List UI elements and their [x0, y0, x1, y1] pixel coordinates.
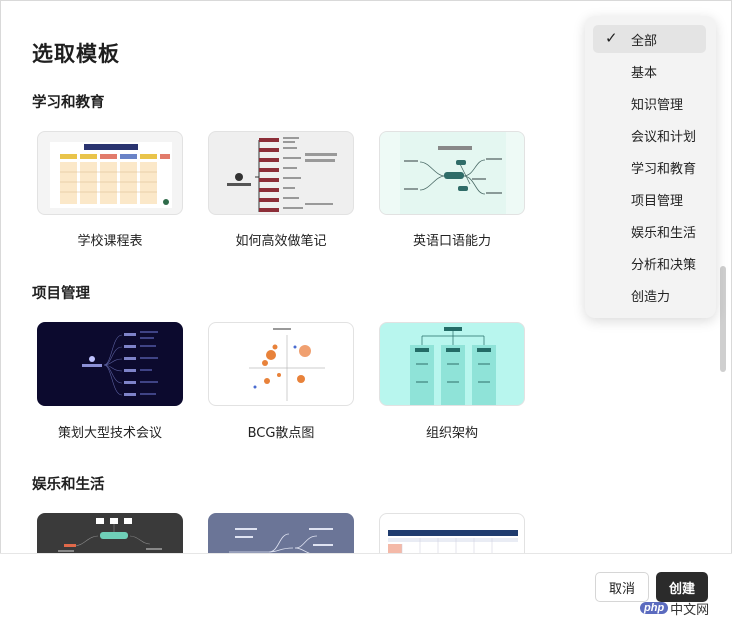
template-card-english-speaking[interactable] — [379, 131, 525, 215]
menu-item-label: 知识管理 — [631, 97, 684, 113]
menu-item-creativity[interactable]: 创造力 — [593, 281, 706, 309]
menu-item-label: 娱乐和生活 — [631, 225, 697, 241]
template-label: 组织架构 — [425, 426, 478, 441]
menu-item-label: 项目管理 — [631, 193, 684, 209]
watermark: php 中文网 — [640, 598, 709, 618]
template-label: 学校课程表 — [77, 234, 143, 249]
menu-item-project[interactable]: 项目管理 — [593, 185, 706, 213]
template-card-school-timetable[interactable] — [37, 131, 183, 215]
section-title-entertainment: 娱乐和生活 — [32, 477, 105, 493]
menu-item-analysis[interactable]: 分析和决策 — [593, 249, 706, 277]
menu-item-label: 分析和决策 — [631, 257, 697, 273]
section-title-project: 项目管理 — [32, 286, 90, 302]
english-speaking-thumbnail — [380, 132, 524, 214]
menu-item-basic[interactable]: 基本 — [593, 57, 706, 85]
template-card-note-taking[interactable] — [208, 131, 354, 215]
watermark-text: 中文网 — [670, 602, 710, 618]
menu-item-label: 会议和计划 — [631, 129, 697, 145]
menu-item-learning[interactable]: 学习和教育 — [593, 153, 706, 181]
template-label: 如何高效做笔记 — [235, 234, 327, 249]
template-label: BCG散点图 — [247, 426, 315, 441]
template-card-bcg-scatter[interactable] — [208, 322, 354, 406]
template-label: 英语口语能力 — [412, 234, 491, 249]
watermark-logo: php — [640, 602, 669, 614]
template-card-org-chart[interactable] — [379, 322, 525, 406]
menu-item-entertainment[interactable]: 娱乐和生活 — [593, 217, 706, 245]
menu-item-meeting[interactable]: 会议和计划 — [593, 121, 706, 149]
tech-conference-thumbnail — [82, 331, 158, 396]
org-chart-thumbnail — [410, 327, 496, 405]
scrollbar-thumb[interactable] — [720, 266, 726, 372]
menu-item-all[interactable]: ✓ 全部 — [593, 25, 706, 53]
dialog-title: 选取模板 — [32, 42, 120, 66]
template-card-tech-conference[interactable] — [37, 322, 183, 406]
bcg-scatter-thumbnail — [249, 328, 325, 401]
note-taking-thumbnail — [227, 137, 337, 212]
category-filter-menu: ✓ 全部 基本 知识管理 会议和计划 学习和教育 项目管理 娱乐和生活 分析和决… — [585, 16, 716, 318]
menu-item-label: 创造力 — [631, 289, 671, 305]
menu-item-label: 学习和教育 — [631, 161, 697, 177]
menu-item-label: 基本 — [631, 65, 658, 81]
template-label: 策划大型技术会议 — [57, 426, 162, 441]
menu-item-knowledge[interactable]: 知识管理 — [593, 89, 706, 117]
section-title-learning: 学习和教育 — [32, 95, 105, 111]
menu-item-label: 全部 — [631, 33, 658, 49]
school-timetable-thumbnail — [50, 142, 172, 208]
check-icon: ✓ — [605, 29, 618, 47]
